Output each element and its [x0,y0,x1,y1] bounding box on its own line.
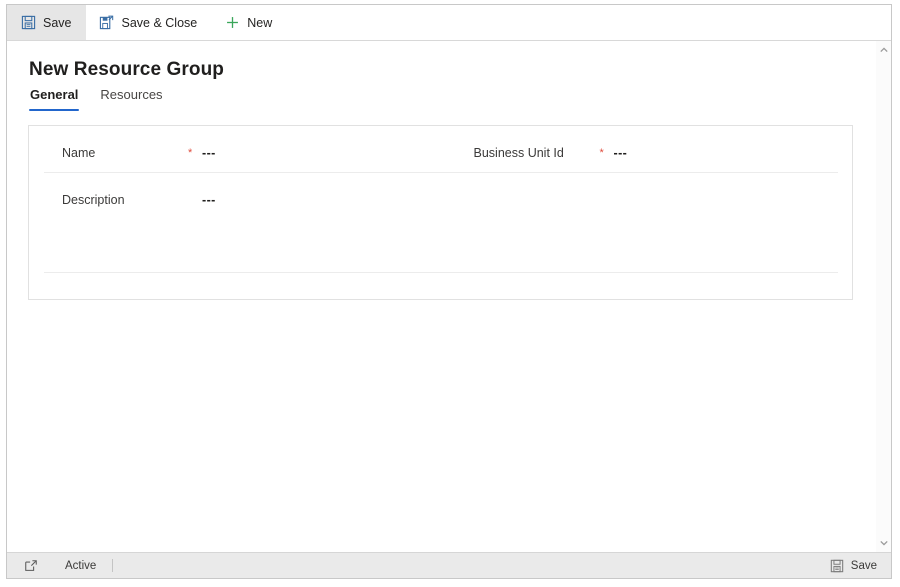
command-bar: Save Save & Close New [7,5,891,41]
field-value-description[interactable]: --- [202,193,216,207]
tab-resources-label: Resources [100,87,163,102]
form-body: New Resource Group General Resources Nam… [7,41,891,552]
save-button-label: Save [43,15,72,30]
form-window: Save Save & Close New New Resource Group… [6,4,892,579]
record-state-label: Active [65,559,97,572]
chevron-down-icon[interactable] [876,536,892,550]
status-save-button[interactable]: Save [819,553,891,578]
field-column-right: Business Unit Id * --- [441,126,853,171]
general-section-card: Name * --- Business Unit Id * --- Descri… [28,125,853,300]
save-and-close-icon [99,15,115,31]
vertical-scrollbar[interactable] [875,41,891,552]
field-column-right-second [441,173,853,218]
field-column-left-second: Description * --- [29,173,441,218]
page-title: New Resource Group [29,59,225,80]
field-row-name: Name * --- [29,135,441,171]
field-grid: Name * --- Business Unit Id * --- [29,126,852,171]
tab-general-label: General [30,87,79,102]
status-save-label: Save [850,559,877,572]
required-marker-name: * [188,146,193,159]
field-label-description: Description [62,193,125,207]
form-scroll-region: New Resource Group General Resources Nam… [7,41,875,552]
new-button-label: New [247,15,273,30]
field-label-name: Name [62,146,96,160]
section-bottom-divider [44,272,838,273]
save-and-close-label: Save & Close [121,15,198,30]
field-row-description: Description * --- [29,182,441,218]
chevron-up-icon[interactable] [876,43,892,57]
required-marker-business-unit-id: * [599,146,604,159]
tab-strip: General Resources [7,81,875,111]
save-floppy-icon [829,558,845,574]
field-label-business-unit-id: Business Unit Id [473,146,564,160]
status-bar: Active Save [7,552,891,578]
tab-resources[interactable]: Resources [99,87,163,111]
new-button[interactable]: New [211,5,286,40]
field-value-name[interactable]: --- [202,146,216,160]
save-button[interactable]: Save [7,5,86,40]
status-separator [112,559,114,572]
save-and-close-button[interactable]: Save & Close [86,5,212,40]
field-column-left: Name * --- [29,126,441,171]
open-in-new-window-icon[interactable] [23,558,39,574]
field-row-business-unit-id: Business Unit Id * --- [441,135,853,171]
field-value-business-unit-id[interactable]: --- [614,146,628,160]
field-grid-second: Description * --- [29,173,852,218]
save-floppy-icon [20,15,36,31]
tab-general[interactable]: General [29,87,80,111]
plus-icon [224,15,240,31]
